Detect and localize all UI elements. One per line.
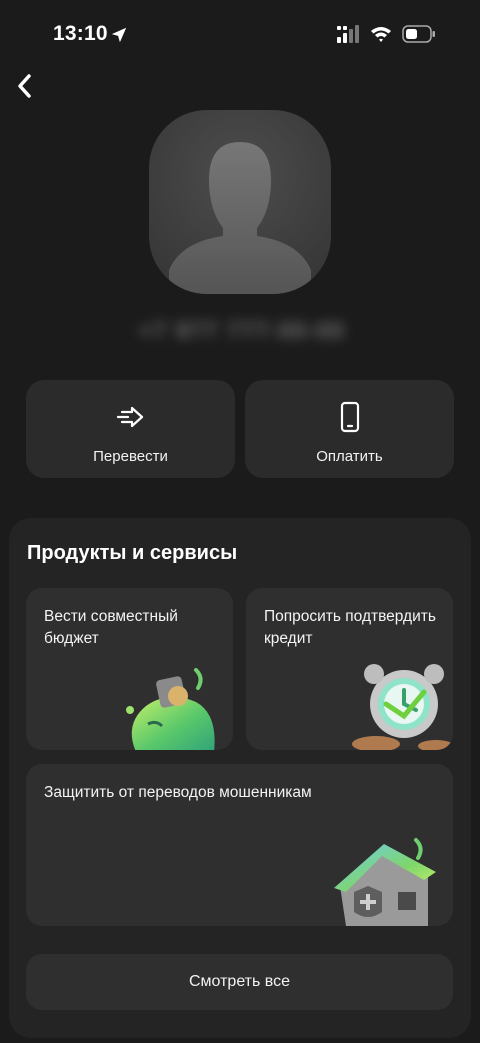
transfer-button[interactable]: Перевести	[26, 380, 235, 478]
products-panel: Продукты и сервисы Вести совместный бюдж…	[9, 518, 471, 1038]
see-all-button[interactable]: Смотреть все	[26, 954, 453, 1010]
alarm-clock-illustration-icon	[352, 664, 453, 750]
cellular-signal-icon	[337, 25, 359, 43]
arrow-right-icon	[116, 406, 143, 428]
product-card-label: Вести совместный бюджет	[44, 608, 178, 647]
smartphone-icon	[340, 401, 359, 433]
person-silhouette-icon	[169, 142, 311, 294]
status-time: 13:10	[53, 22, 108, 45]
product-card-confirm-credit[interactable]: Попросить подтвердить кредит	[246, 588, 453, 750]
shield-house-illustration-icon	[334, 838, 436, 926]
contact-avatar	[149, 110, 331, 294]
back-button[interactable]	[10, 70, 38, 102]
product-card-label: Попросить подтвердить кредит	[264, 608, 436, 647]
status-bar: 13:10	[0, 0, 480, 70]
contact-phone-number: +7 977 777-00-00	[138, 318, 346, 343]
transfer-label: Перевести	[93, 448, 168, 465]
products-title: Продукты и сервисы	[27, 542, 238, 564]
product-card-label: Защитить от переводов мошенникам	[44, 784, 312, 801]
battery-icon	[402, 25, 435, 43]
pay-button[interactable]: Оплатить	[245, 380, 454, 478]
chevron-left-icon	[18, 74, 31, 98]
product-card-joint-budget[interactable]: Вести совместный бюджет	[26, 588, 233, 750]
location-arrow-icon	[111, 27, 127, 43]
wallet-illustration-icon	[126, 668, 215, 750]
status-icons	[336, 24, 436, 44]
pay-label: Оплатить	[316, 448, 383, 465]
product-card-fraud-protection[interactable]: Защитить от переводов мошенникам	[26, 764, 453, 926]
wifi-icon	[371, 27, 391, 42]
